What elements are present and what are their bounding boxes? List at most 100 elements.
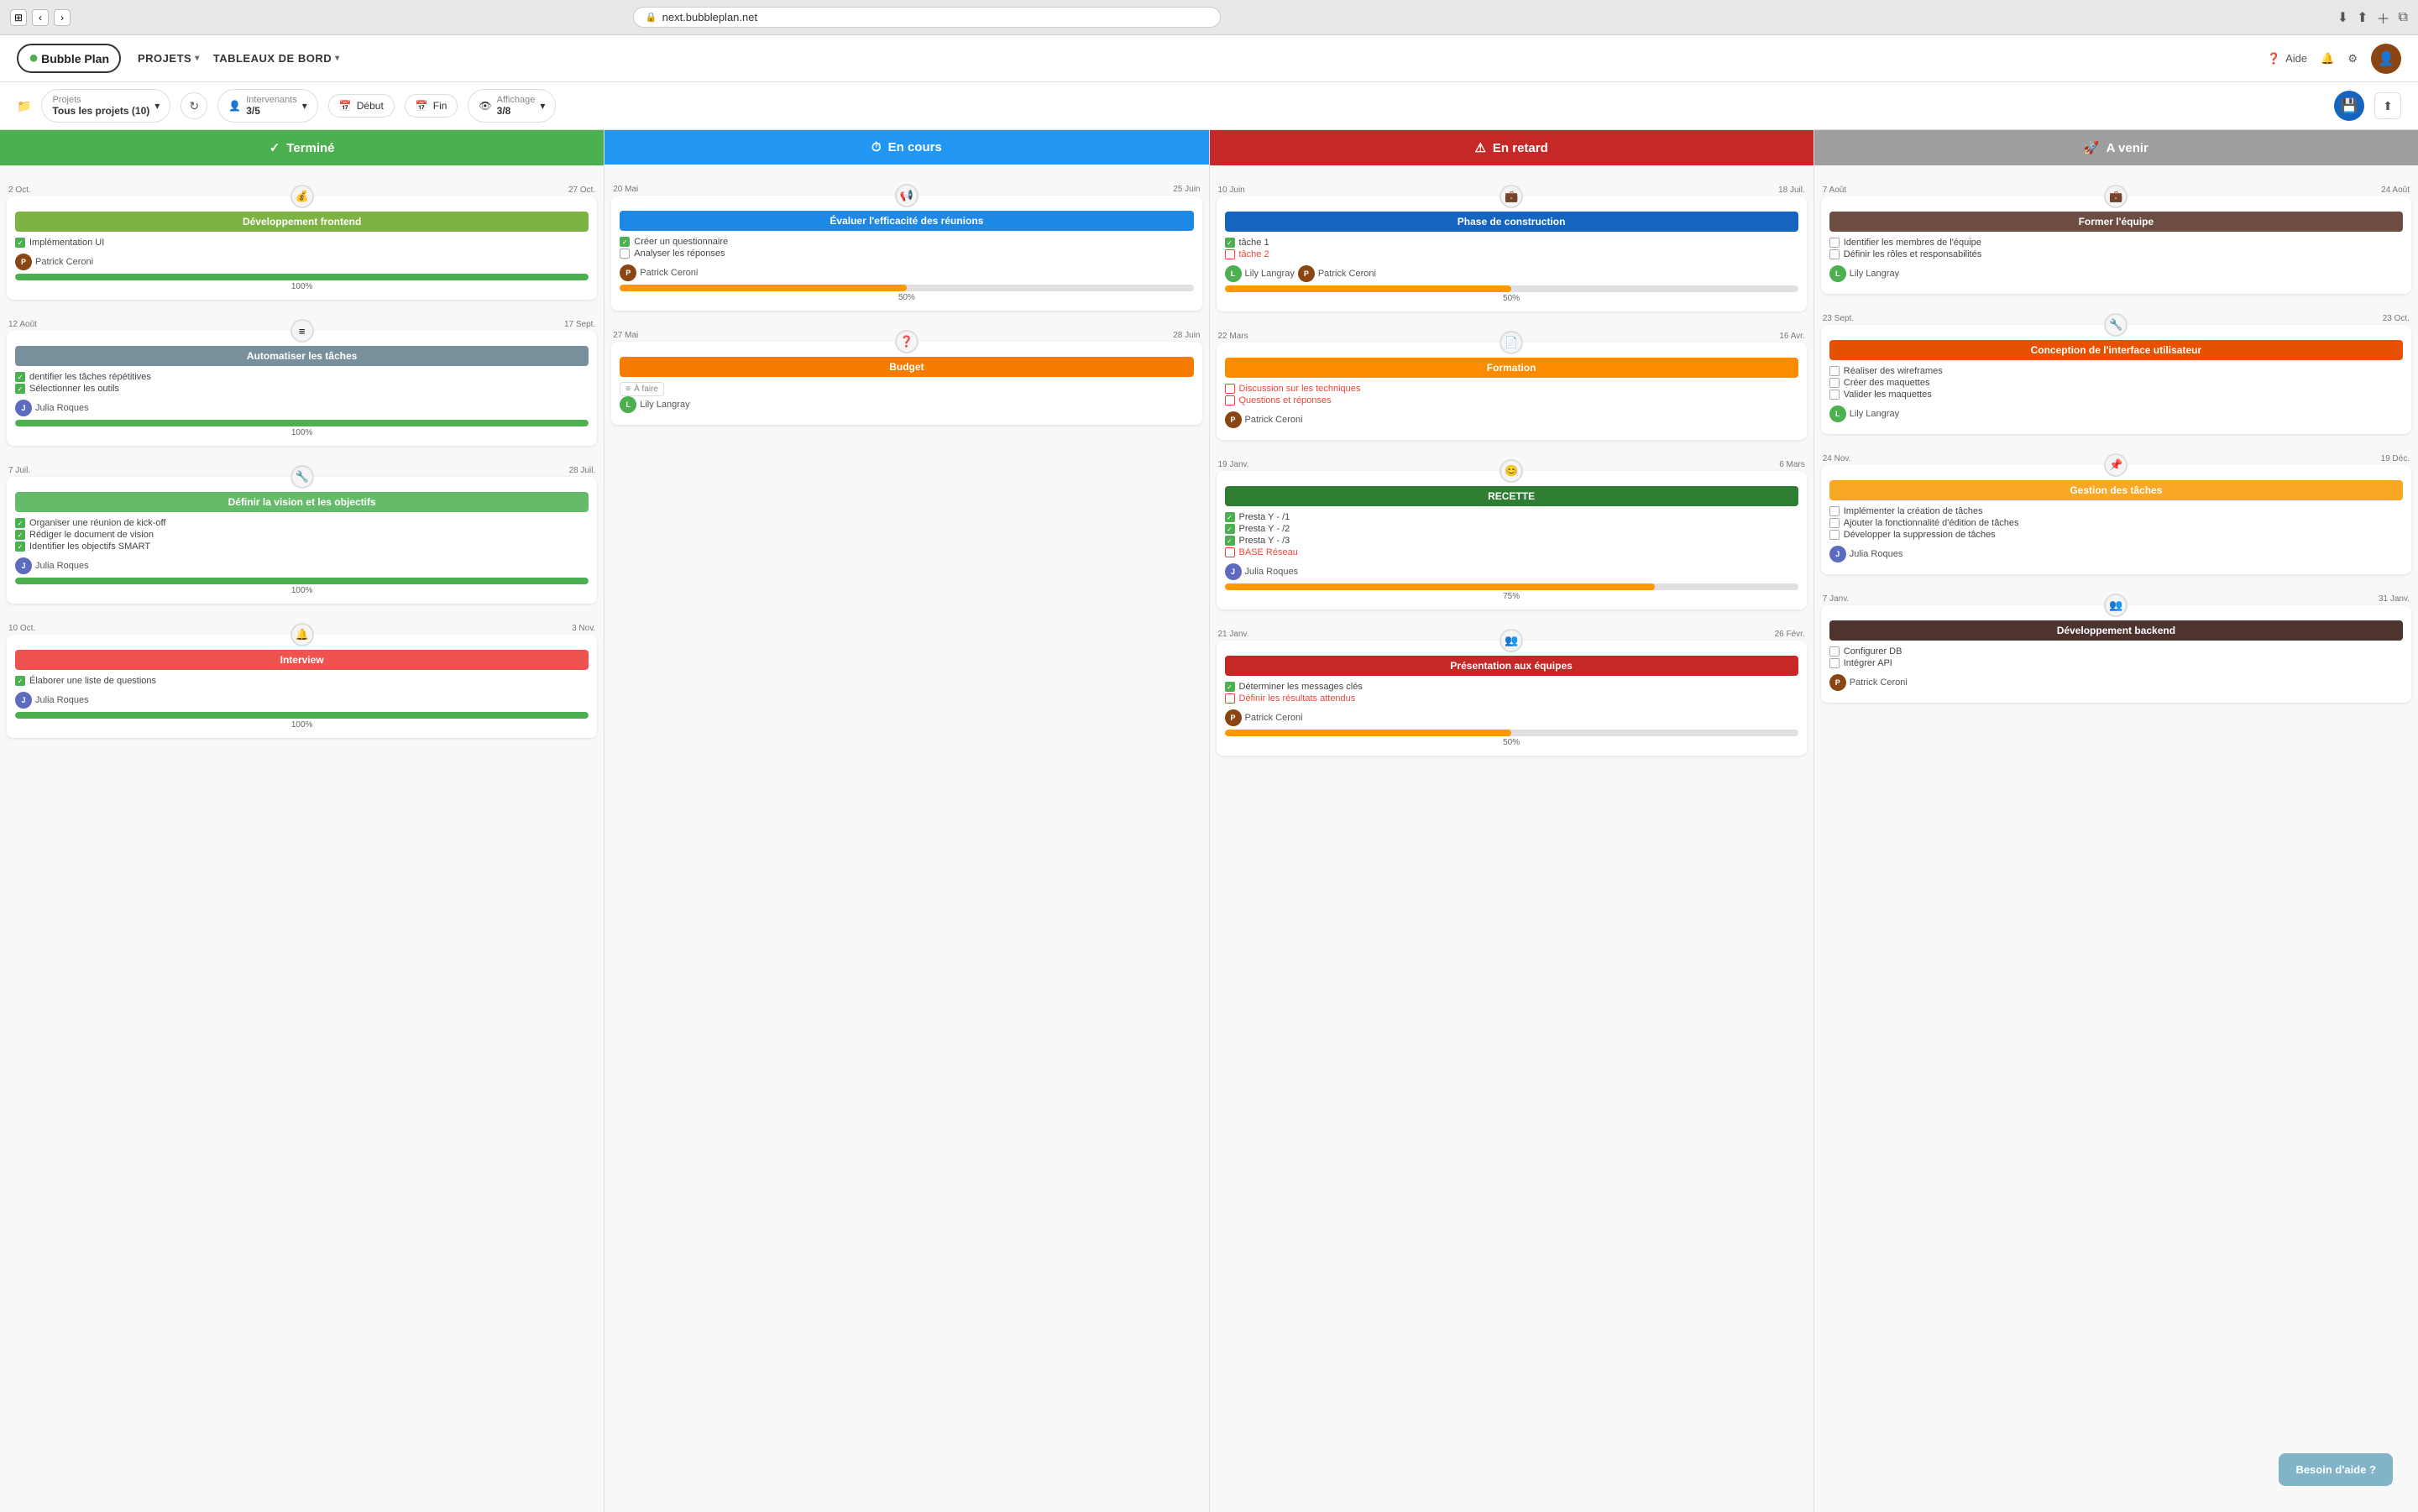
column-header-termine: ✓ Terminé [0, 130, 604, 165]
card-icon: 📌 [2104, 453, 2128, 477]
sidebar-toggle[interactable]: ⊞ [10, 9, 27, 26]
task-checkbox[interactable]: ✓ [15, 372, 25, 382]
column-a-venir: 🚀 A venir7 Août24 Août💼Former l'équipeId… [1814, 130, 2418, 1512]
card-icon: 🔧 [2104, 313, 2128, 337]
card-wrapper: 27 Mai28 Juin❓Budget≡À faireLLily Langra… [611, 331, 1201, 425]
back-button[interactable]: ‹ [32, 9, 49, 26]
progress-label: 100% [15, 586, 589, 595]
browser-right-controls: ⬇ ⬆ ＋ ⧉ [2337, 8, 2408, 28]
download-icon[interactable]: ⬇ [2337, 9, 2348, 26]
card[interactable]: 🔧Définir la vision et les objectifs✓Orga… [7, 477, 597, 604]
card[interactable]: 📄FormationDiscussion sur les techniquesQ… [1217, 343, 1807, 440]
assignee-name: Julia Roques [1850, 549, 1903, 559]
card-title: Conception de l'interface utilisateur [1829, 340, 2403, 360]
card[interactable]: 🔔Interview✓Élaborer une liste de questio… [7, 635, 597, 738]
nav-tableaux[interactable]: TABLEAUX DE BORD ▾ [213, 52, 340, 65]
task-checkbox[interactable] [1225, 693, 1235, 704]
assignee-name: Julia Roques [35, 561, 89, 571]
task-checkbox[interactable] [1225, 384, 1235, 394]
card-tasks: ✓Organiser une réunion de kick-off✓Rédig… [15, 517, 589, 552]
card-assignees: JJulia Roques [1829, 546, 2403, 562]
task-checkbox[interactable]: ✓ [1225, 524, 1235, 534]
card[interactable]: 🔧Conception de l'interface utilisateurRé… [1821, 325, 2411, 434]
user-avatar[interactable]: 👤 [2371, 44, 2401, 74]
task-checkbox[interactable] [1829, 390, 1840, 400]
task-checkbox[interactable]: ✓ [15, 518, 25, 528]
card-assignees: PPatrick Ceroni [15, 254, 589, 270]
card[interactable]: 💼Former l'équipeIdentifier les membres d… [1821, 196, 2411, 294]
task-checkbox[interactable]: ✓ [1225, 238, 1235, 248]
card-tasks: ✓dentifier les tâches répétitives✓Sélect… [15, 371, 589, 395]
column-body-en-cours: 20 Mai25 Juin📢Évaluer l'efficacité des r… [604, 165, 1208, 1512]
notifications-btn[interactable]: 🔔 [2321, 52, 2334, 65]
task-checkbox[interactable] [1829, 658, 1840, 668]
help-bubble[interactable]: Besoin d'aide ? [2279, 1453, 2393, 1486]
card[interactable]: 😊RECETTE✓Presta Y - /1✓Presta Y - /2✓Pre… [1217, 471, 1807, 610]
card-icon: 💰 [290, 185, 314, 208]
settings-btn[interactable]: ⚙ [2347, 52, 2358, 65]
card[interactable]: 👥Développement backendConfigurer DBIntég… [1821, 605, 2411, 703]
progress-bar-container [1225, 285, 1798, 292]
logo[interactable]: ● Bubble Plan [17, 44, 121, 73]
task-checkbox[interactable]: ✓ [15, 530, 25, 540]
address-bar[interactable]: 🔒 next.bubbleplan.net [633, 7, 1221, 28]
task-checkbox[interactable] [1829, 506, 1840, 516]
task-checkbox[interactable] [1829, 530, 1840, 540]
task-checkbox[interactable] [1225, 547, 1235, 557]
save-btn[interactable]: 💾 [2334, 91, 2364, 121]
assignee-name: Julia Roques [35, 403, 89, 413]
task-checkbox[interactable] [1829, 366, 1840, 376]
debut-filter[interactable]: 📅 Début [328, 94, 395, 118]
card[interactable]: 👥Présentation aux équipes✓Déterminer les… [1217, 641, 1807, 756]
task-checkbox[interactable] [1829, 249, 1840, 259]
card-tasks: Réaliser des wireframesCréer des maquett… [1829, 365, 2403, 400]
card-icon: 👥 [2104, 594, 2128, 617]
task-checkbox[interactable] [1225, 395, 1235, 405]
new-tab-icon[interactable]: ＋ [2377, 8, 2390, 28]
task-checkbox[interactable] [1225, 249, 1235, 259]
column-header-a-venir: 🚀 A venir [1814, 130, 2418, 165]
browser-chrome: ⊞ ‹ › 🔒 next.bubbleplan.net ⬇ ⬆ ＋ ⧉ [0, 0, 2418, 35]
task-checkbox[interactable]: ✓ [15, 384, 25, 394]
card[interactable]: 📌Gestion des tâchesImplémenter la créati… [1821, 465, 2411, 574]
task-checkbox[interactable] [1829, 238, 1840, 248]
assignee-avatar: J [15, 692, 32, 709]
task-checkbox[interactable]: ✓ [1225, 536, 1235, 546]
projets-filter-label: Projets [52, 95, 149, 105]
card-title: Définir la vision et les objectifs [15, 492, 589, 512]
tabs-icon[interactable]: ⧉ [2399, 10, 2408, 25]
task-checkbox[interactable]: ✓ [620, 237, 630, 247]
task-item: Discussion sur les techniques [1225, 383, 1798, 395]
card-assignees: LLily Langray [620, 396, 1193, 413]
card[interactable]: ❓Budget≡À faireLLily Langray [611, 342, 1201, 425]
card[interactable]: ≡Automatiser les tâches✓dentifier les tâ… [7, 331, 597, 446]
help-btn[interactable]: ❓ Aide [2267, 52, 2307, 65]
task-checkbox[interactable]: ✓ [15, 238, 25, 248]
nav-projets[interactable]: PROJETS ▾ [138, 52, 200, 65]
task-checkbox[interactable]: ✓ [1225, 512, 1235, 522]
task-checkbox[interactable] [1829, 646, 1840, 657]
assignee-avatar: L [1829, 405, 1846, 422]
intervenants-filter[interactable]: 👤 Intervenants 3/5 ▾ [217, 89, 318, 123]
progress-bar [1225, 730, 1512, 736]
card[interactable]: 📢Évaluer l'efficacité des réunions✓Créer… [611, 196, 1201, 311]
task-checkbox[interactable] [1829, 378, 1840, 388]
export-btn[interactable]: ⬆ [2374, 92, 2401, 119]
task-text: Valider les maquettes [1844, 390, 1932, 400]
task-checkbox[interactable]: ✓ [1225, 682, 1235, 692]
task-checkbox[interactable] [620, 249, 630, 259]
share-icon[interactable]: ⬆ [2357, 9, 2368, 26]
task-checkbox[interactable] [1829, 518, 1840, 528]
card[interactable]: 💼Phase de construction✓tâche 1tâche 2LLi… [1217, 196, 1807, 311]
projets-filter-value: Tous les projets (10) [52, 105, 149, 117]
forward-button[interactable]: › [54, 9, 71, 26]
affichage-filter[interactable]: 👁 Affichage 3/8 ▾ [468, 89, 556, 123]
intervenants-arrow: ▾ [302, 100, 307, 112]
fin-filter[interactable]: 📅 Fin [405, 94, 458, 118]
projets-filter[interactable]: Projets Tous les projets (10) ▾ [41, 89, 170, 123]
task-checkbox[interactable]: ✓ [15, 541, 25, 552]
card[interactable]: 💰Développement frontend✓Implémentation U… [7, 196, 597, 300]
task-checkbox[interactable]: ✓ [15, 676, 25, 686]
refresh-btn[interactable]: ↻ [181, 92, 207, 119]
assignee-name: Patrick Ceroni [35, 257, 93, 267]
